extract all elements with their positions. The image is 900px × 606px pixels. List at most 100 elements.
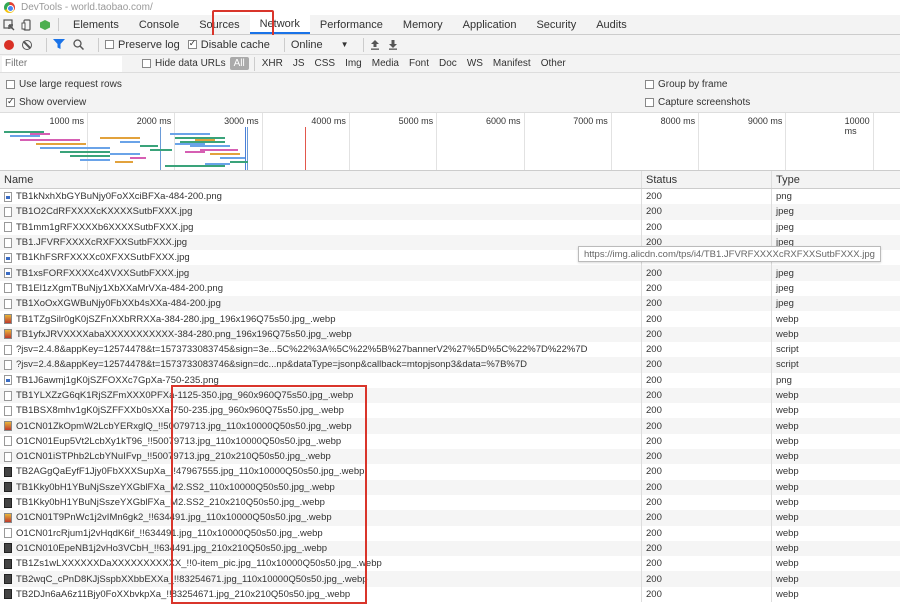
table-row[interactable]: TB2DJn6aA6z11Bjy0FoXXbvkpXa_!!83254671.j…	[0, 586, 900, 603]
filter-type-xhr[interactable]: XHR	[258, 57, 287, 70]
import-har-button[interactable]	[370, 39, 380, 50]
request-name-cell[interactable]: TB1BSX8mhv1gK0jSZFFXXb0sXXa-750-235.jpg_…	[0, 403, 642, 419]
request-name-cell[interactable]: O1CN01T9PnWc1j2vIMn6gk2_!!634491.jpg_110…	[0, 510, 642, 526]
request-name-cell[interactable]: TB1XoOxXGWBuNjy0FbXXb4sXXa-484-200.jpg	[0, 296, 642, 312]
show-overview-checkbox[interactable]	[6, 96, 15, 107]
timeline-overview[interactable]: 1000 ms 2000 ms 3000 ms 4000 ms 5000 ms 6000 …	[0, 113, 900, 171]
large-rows-checkbox[interactable]	[6, 80, 15, 89]
request-name-cell[interactable]: TB2AGgQaEyfF1Jjy0FbXXXSupXa_!!47967555.j…	[0, 464, 642, 480]
inspect-element-icon[interactable]	[0, 15, 18, 34]
column-header-type[interactable]: Type	[772, 171, 900, 188]
filter-type-js[interactable]: JS	[289, 57, 309, 70]
request-name-cell[interactable]: TB1kNxhXbGYBuNjy0FoXXciBFXa-484-200.png	[0, 189, 642, 205]
tab-sources[interactable]: Sources	[189, 15, 249, 34]
request-name-cell[interactable]: TB1yfxJRVXXXXabaXXXXXXXXXXX-384-280.png_…	[0, 326, 642, 342]
request-name-cell[interactable]: TB1El1zXgmTBuNjy1XbXXaMrVXa-484-200.png	[0, 280, 642, 297]
table-row[interactable]: TB1YLXZzG6qK1RjSZFmXXX0PFXa-1125-350.jpg…	[0, 387, 900, 404]
request-name-cell[interactable]: TB1O2CdRFXXXXcKXXXXSutbFXXX.jpg	[0, 204, 642, 220]
table-row[interactable]: O1CN010EpeNB1j2vHo3VCbH_!!634491.jpg_210…	[0, 540, 900, 557]
request-name-cell[interactable]: TB2wqC_cPnD8KJjSspbXXbbEXXa_!!83254671.j…	[0, 571, 642, 587]
table-row[interactable]: TB1Kky0bH1YBuNjSszeYXGblFXa_M2.SS2_110x1…	[0, 479, 900, 495]
extension-icon[interactable]	[36, 15, 54, 34]
filter-type-manifest[interactable]: Manifest	[489, 57, 535, 70]
request-name-cell[interactable]: ?jsv=2.4.8&appKey=12574478&t=15737330837…	[0, 341, 642, 358]
group-by-frame-option[interactable]: Group by frame	[645, 79, 727, 90]
table-row[interactable]: TB1BSX8mhv1gK0jSZFFXXb0sXXa-750-235.jpg_…	[0, 403, 900, 419]
filter-type-all[interactable]: All	[229, 57, 249, 70]
table-row[interactable]: TB1Zs1wLXXXXXXDaXXXXXXXXXXX_!!0-item_pic…	[0, 556, 900, 572]
disable-cache-checkbox[interactable]	[187, 38, 197, 49]
request-name-cell[interactable]: TB1Zs1wLXXXXXXDaXXXXXXXXXXX_!!0-item_pic…	[0, 556, 642, 572]
table-row[interactable]: O1CN01Eup5Vt2LcbXy1kT96_!!50079713.jpg_1…	[0, 433, 900, 450]
request-name-cell[interactable]: TB2DJn6aA6z11Bjy0FoXXbvkpXa_!!83254671.j…	[0, 586, 642, 603]
tab-network[interactable]: Network	[249, 15, 310, 34]
request-name-cell[interactable]: O1CN01iSTPhb2LcbYNuIFvp_!!50079713.jpg_2…	[0, 449, 642, 465]
table-row[interactable]: TB2wqC_cPnD8KJjSspbXXbbEXXa_!!83254671.j…	[0, 571, 900, 587]
export-har-button[interactable]	[388, 39, 398, 50]
record-button[interactable]	[4, 39, 14, 50]
table-row[interactable]: TB1kNxhXbGYBuNjy0FoXXciBFXa-484-200.png 2…	[0, 189, 900, 205]
show-overview-option[interactable]: Show overview	[6, 96, 86, 108]
table-row[interactable]: TB1yfxJRVXXXXabaXXXXXXXXXXX-384-280.png_…	[0, 326, 900, 342]
request-name-cell[interactable]: TB1.JFVRFXXXXcRXFXXSutbFXXX.jpg	[0, 234, 642, 251]
request-name-cell[interactable]: TB1xsFORFXXXXc4XVXXSutbFXXX.jpg	[0, 265, 642, 281]
tab-audits[interactable]: Audits	[586, 15, 637, 34]
column-header-name[interactable]: Name	[0, 171, 642, 188]
throttle-select[interactable]: Online ▼	[291, 39, 349, 51]
table-row[interactable]: TB2AGgQaEyfF1Jjy0FbXXXSupXa_!!47967555.j…	[0, 464, 900, 480]
request-name-cell[interactable]: TB1Kky0bH1YBuNjSszeYXGblFXa_M2.SS2_210x2…	[0, 494, 642, 511]
table-row[interactable]: ?jsv=2.4.8&appKey=12574478&t=15737330837…	[0, 357, 900, 373]
search-button[interactable]	[73, 39, 84, 50]
table-row[interactable]: TB1mm1gRFXXXXb6XXXXSutbFXXX.jpg 200 jpeg	[0, 219, 900, 235]
tab-application[interactable]: Application	[453, 15, 527, 34]
clear-button[interactable]	[22, 39, 32, 50]
capture-screenshots-option[interactable]: Capture screenshots	[645, 97, 750, 108]
request-name-cell[interactable]: TB1YLXZzG6qK1RjSZFmXXX0PFXa-1125-350.jpg…	[0, 387, 642, 404]
filter-type-media[interactable]: Media	[368, 57, 403, 70]
request-name-cell[interactable]: ?jsv=2.4.8&appKey=12574478&t=15737330837…	[0, 357, 642, 373]
device-toolbar-icon[interactable]	[18, 15, 36, 34]
table-row[interactable]: O1CN01iSTPhb2LcbYNuIFvp_!!50079713.jpg_2…	[0, 449, 900, 465]
filter-type-font[interactable]: Font	[405, 57, 433, 70]
tab-security[interactable]: Security	[526, 15, 586, 34]
filter-type-doc[interactable]: Doc	[435, 57, 461, 70]
table-row[interactable]: TB1El1zXgmTBuNjy1XbXXaMrVXa-484-200.png 2…	[0, 280, 900, 297]
request-name-cell[interactable]: TB1TZgSilr0gK0jSZFnXXbRRXXa-384-280.jpg_…	[0, 311, 642, 327]
table-row[interactable]: TB1xsFORFXXXXc4XVXXSutbFXXX.jpg 200 jpeg	[0, 265, 900, 281]
table-row[interactable]: O1CN01ZkOpmW2LcbYERxglQ_!!50079713.jpg_1…	[0, 418, 900, 434]
column-header-status[interactable]: Status	[642, 171, 772, 188]
request-name-cell[interactable]: TB1J6awmj1gK0jSZFOXXc7GpXa-750-235.png	[0, 372, 642, 388]
table-row[interactable]: O1CN01T9PnWc1j2vIMn6gk2_!!634491.jpg_110…	[0, 510, 900, 526]
request-name-cell[interactable]: TB1KhFSRFXXXXc0XFXXSutbFXXX.jpg	[0, 250, 642, 266]
hide-data-urls-checkbox[interactable]	[142, 59, 151, 68]
tab-elements[interactable]: Elements	[63, 15, 129, 34]
filter-type-css[interactable]: CSS	[311, 57, 340, 70]
filter-type-img[interactable]: Img	[341, 57, 366, 70]
table-row[interactable]: TB1TZgSilr0gK0jSZFnXXbRRXXa-384-280.jpg_…	[0, 311, 900, 327]
filter-type-other[interactable]: Other	[537, 57, 570, 70]
capture-screenshots-checkbox[interactable]	[645, 98, 654, 107]
table-row[interactable]: TB1O2CdRFXXXXcKXXXXSutbFXXX.jpg 200 jpeg	[0, 204, 900, 220]
request-name-cell[interactable]: TB1mm1gRFXXXXb6XXXXSutbFXXX.jpg	[0, 219, 642, 235]
request-name-cell[interactable]: O1CN01rcRjum1j2vHqdK6if_!!634491.jpg_110…	[0, 525, 642, 541]
large-rows-option[interactable]: Use large request rows	[6, 79, 122, 90]
filter-type-ws[interactable]: WS	[463, 57, 487, 70]
tab-performance[interactable]: Performance	[310, 15, 393, 34]
disable-cache-toggle[interactable]: Disable cache	[187, 38, 270, 51]
group-by-frame-checkbox[interactable]	[645, 80, 654, 89]
table-row[interactable]: TB1XoOxXGWBuNjy0FbXXb4sXXa-484-200.jpg 20…	[0, 296, 900, 312]
request-name-cell[interactable]: O1CN010EpeNB1j2vHo3VCbH_!!634491.jpg_210…	[0, 540, 642, 557]
tab-memory[interactable]: Memory	[393, 15, 453, 34]
tab-console[interactable]: Console	[129, 15, 189, 34]
table-row[interactable]: TB1Kky0bH1YBuNjSszeYXGblFXa_M2.SS2_210x2…	[0, 494, 900, 511]
request-name-cell[interactable]: O1CN01Eup5Vt2LcbXy1kT96_!!50079713.jpg_1…	[0, 433, 642, 450]
request-name-cell[interactable]: O1CN01ZkOpmW2LcbYERxglQ_!!50079713.jpg_1…	[0, 418, 642, 434]
filter-toggle-button[interactable]	[53, 39, 65, 50]
table-row[interactable]: O1CN01rcRjum1j2vHqdK6if_!!634491.jpg_110…	[0, 525, 900, 541]
table-row[interactable]: ?jsv=2.4.8&appKey=12574478&t=15737330837…	[0, 341, 900, 358]
filter-input[interactable]	[2, 55, 122, 72]
request-name-cell[interactable]: TB1Kky0bH1YBuNjSszeYXGblFXa_M2.SS2_110x1…	[0, 479, 642, 495]
table-row[interactable]: TB1J6awmj1gK0jSZFOXXc7GpXa-750-235.png 20…	[0, 372, 900, 388]
preserve-log-toggle[interactable]: Preserve log	[105, 39, 180, 51]
preserve-log-checkbox[interactable]	[105, 40, 114, 49]
